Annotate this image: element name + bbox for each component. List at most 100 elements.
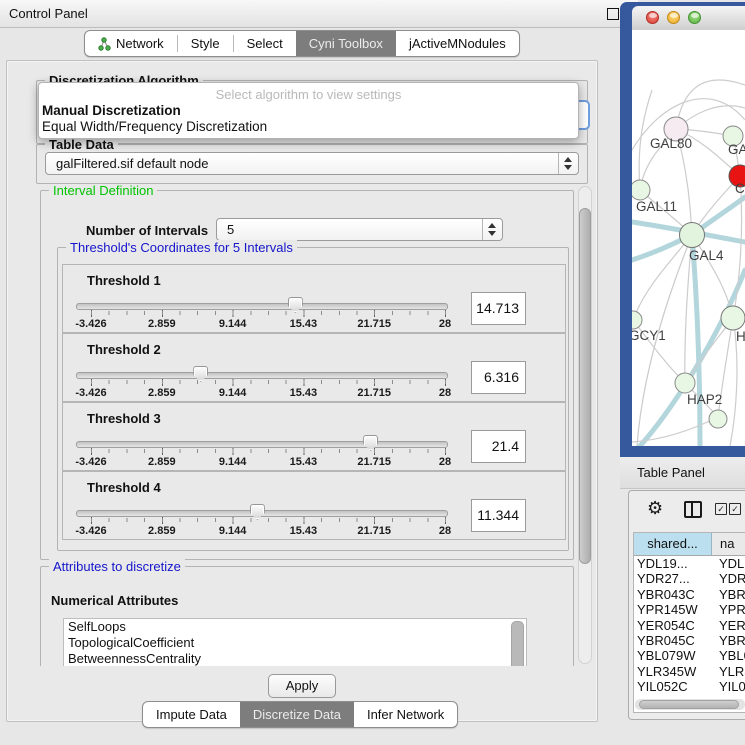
cell-shared-name[interactable]: YLR345W — [634, 664, 711, 679]
tick-label: 2.859 — [148, 387, 176, 399]
node-gcy1[interactable] — [632, 311, 642, 329]
table-row[interactable]: YBR043CYBR0 — [634, 587, 745, 602]
numerical-attributes-list[interactable]: SelfLoopsTopologicalCoefficientBetweenne… — [63, 618, 527, 666]
tick-label: 15.43 — [290, 525, 318, 537]
slider-track[interactable] — [76, 303, 448, 310]
slider-track[interactable] — [76, 441, 448, 448]
table-row[interactable]: YER054CYER0 — [634, 618, 745, 633]
threshold-value-field[interactable]: 11.344 — [471, 499, 526, 532]
list-scrollbar[interactable] — [511, 621, 524, 666]
table-panel-bar: Table Panel — [620, 457, 745, 489]
float-window-button[interactable] — [607, 8, 619, 20]
cell-shared-name[interactable]: YBR043C — [634, 587, 711, 602]
slider-ticks — [91, 518, 447, 522]
zoom-traffic-light-icon[interactable] — [688, 11, 701, 24]
cell-name[interactable]: YBL0 — [711, 648, 745, 663]
popup-item-equal-width-frequency[interactable]: Equal Width/Frequency Discretization — [42, 119, 575, 135]
attribute-list-item[interactable]: SelfLoops — [64, 619, 526, 635]
tab-discretize-data[interactable]: Discretize Data — [240, 702, 354, 727]
threshold-value-field[interactable]: 14.713 — [471, 292, 526, 325]
node-label: GAL80 — [650, 136, 692, 151]
tab-impute-data[interactable]: Impute Data — [143, 702, 240, 727]
tick-label: 28 — [439, 456, 451, 468]
close-traffic-light-icon[interactable] — [646, 11, 659, 24]
node-label: HAP2 — [687, 392, 722, 407]
table-row[interactable]: YBL079WYBL0 — [634, 648, 745, 663]
node-label: GAL4 — [689, 248, 724, 263]
tick-label: 28 — [439, 525, 451, 537]
table-row[interactable]: YBR045CYBR0 — [634, 633, 745, 648]
minimize-traffic-light-icon[interactable] — [667, 11, 680, 24]
table-row[interactable]: YDL19...YDL1 — [634, 556, 745, 571]
table-data-combobox[interactable]: galFiltered.sif default node — [45, 152, 579, 175]
tab-style[interactable]: Style — [178, 31, 233, 56]
popup-item-manual-discretization[interactable]: Manual Discretization — [42, 103, 575, 119]
tick-label: 21.715 — [357, 387, 391, 399]
column-header-shared-name[interactable]: shared... — [634, 533, 712, 555]
table-row[interactable]: YDR27...YDR2 — [634, 571, 745, 586]
tick-label: 28 — [439, 387, 451, 399]
num-intervals-combobox[interactable]: 5 — [216, 218, 503, 241]
checkbox-icon[interactable]: ✓ — [715, 503, 727, 515]
node-gal11[interactable] — [632, 180, 650, 200]
cell-shared-name[interactable]: YDR27... — [634, 571, 711, 586]
threshold-4-slider[interactable]: -3.4262.8599.14415.4321.71528 — [63, 502, 523, 539]
threshold-2-slider[interactable]: -3.4262.8599.14415.4321.71528 — [63, 364, 523, 401]
cell-name[interactable]: YIL0 — [711, 679, 745, 694]
tick-label: 9.144 — [219, 387, 247, 399]
slider-ticks — [91, 311, 447, 315]
cell-name[interactable]: YBR0 — [711, 633, 745, 648]
combo-arrows-icon[interactable] — [482, 219, 502, 240]
cell-shared-name[interactable]: YIL052C — [634, 679, 711, 694]
threshold-3-slider[interactable]: -3.4262.8599.14415.4321.71528 — [63, 433, 523, 470]
node-hap2[interactable] — [675, 373, 695, 393]
cell-name[interactable]: YBR0 — [711, 587, 745, 602]
cell-shared-name[interactable]: YBR045C — [634, 633, 711, 648]
cell-shared-name[interactable]: YDL19... — [634, 556, 711, 571]
checkbox-icon[interactable]: ✓ — [729, 503, 741, 515]
tab-label: Network — [116, 36, 164, 51]
group-label: Threshold's Coordinates for 5 Intervals — [66, 240, 297, 255]
table-data-group: Table Data galFiltered.sif default node — [36, 144, 588, 184]
slider-track[interactable] — [76, 372, 448, 379]
table-row[interactable]: YPR145WYPR1 — [634, 602, 745, 617]
node-gal4[interactable] — [680, 223, 705, 248]
network-view-window: GAL80 GA C GAL11 GAL4 GCY1 H HAP2 — [620, 2, 745, 457]
combo-arrows-icon[interactable] — [558, 153, 578, 174]
cell-shared-name[interactable]: YER054C — [634, 618, 711, 633]
network-canvas[interactable]: GAL80 GA C GAL11 GAL4 GCY1 H HAP2 — [632, 30, 745, 446]
threshold-1-slider[interactable]: -3.4262.8599.14415.4321.71528 — [63, 295, 523, 332]
split-columns-icon[interactable] — [684, 501, 702, 518]
node-h-partial[interactable] — [721, 306, 745, 330]
cell-name[interactable]: YPR1 — [711, 602, 745, 617]
cell-name[interactable]: YDR2 — [711, 571, 745, 586]
cell-name[interactable]: YLR3 — [711, 664, 745, 679]
tab-jactivemnodules[interactable]: jActiveMNodules — [396, 31, 519, 56]
table-hscrollbar-track[interactable] — [635, 699, 745, 710]
cell-name[interactable]: YER0 — [711, 618, 745, 633]
table-row[interactable]: YIL052CYIL0 — [634, 679, 745, 694]
attribute-list-item[interactable]: TopologicalCoefficient — [64, 635, 526, 651]
tab-infer-network[interactable]: Infer Network — [354, 702, 457, 727]
table-row[interactable]: YLR345WYLR3 — [634, 664, 745, 679]
table-hscrollbar-thumb[interactable] — [639, 700, 739, 709]
tab-label: Impute Data — [156, 707, 227, 722]
node-unlabeled[interactable] — [709, 410, 727, 428]
apply-button[interactable]: Apply — [268, 674, 336, 698]
threshold-value-field[interactable]: 6.316 — [471, 361, 526, 394]
cell-shared-name[interactable]: YBL079W — [634, 648, 711, 663]
attribute-list-item[interactable]: BetweennessCentrality — [64, 651, 526, 666]
interval-definition-group: Interval Definition Number of Intervals … — [40, 190, 574, 560]
tab-network[interactable]: Network — [85, 31, 177, 56]
gear-icon[interactable]: ⚙ — [647, 498, 663, 518]
table-data-value: galFiltered.sif default node — [56, 156, 208, 171]
threshold-value-field[interactable]: 21.4 — [471, 430, 526, 463]
panel-scrollbar-thumb[interactable] — [579, 208, 591, 564]
network-icon — [98, 37, 111, 51]
cell-shared-name[interactable]: YPR145W — [634, 602, 711, 617]
tab-select[interactable]: Select — [234, 31, 296, 56]
tab-cyni-toolbox[interactable]: Cyni Toolbox — [296, 31, 396, 56]
table-panel-title: Table Panel — [637, 465, 705, 480]
cell-name[interactable]: YDL1 — [711, 556, 745, 571]
column-header-name[interactable]: na — [712, 533, 745, 555]
